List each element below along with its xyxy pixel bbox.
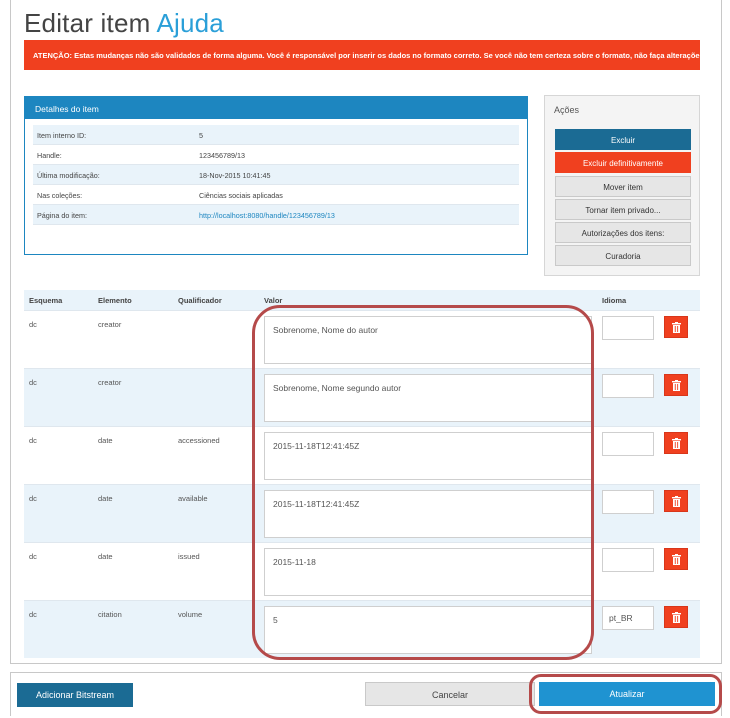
header-element: Elemento: [98, 296, 132, 305]
cell-schema: dc: [29, 494, 37, 503]
trash-icon: [672, 322, 681, 333]
cell-schema: dc: [29, 320, 37, 329]
actions-title: Ações: [554, 105, 580, 115]
cell-qualifier: volume: [178, 610, 203, 619]
value-textarea[interactable]: Sobrenome, Nome segundo autor: [264, 374, 592, 422]
detail-row: Nas coleções: Ciências sociais aplicadas: [33, 185, 519, 205]
value-textarea[interactable]: Sobrenome, Nome do autor: [264, 316, 592, 364]
language-input[interactable]: pt_BR: [602, 606, 654, 630]
cell-qualifier: available: [178, 494, 208, 503]
cell-qualifier: accessioned: [178, 436, 220, 445]
table-row: dc creator Sobrenome, Nome do autor: [24, 310, 700, 368]
make-private-button[interactable]: Tornar item privado...: [555, 199, 691, 220]
item-authorizations-button[interactable]: Autorizações dos itens:: [555, 222, 691, 243]
remove-button[interactable]: [664, 432, 688, 454]
remove-button[interactable]: [664, 374, 688, 396]
trash-icon: [672, 380, 681, 391]
detail-label: Nas coleções:: [37, 191, 83, 200]
remove-button[interactable]: [664, 606, 688, 628]
cell-element: creator: [98, 320, 122, 329]
detail-value: Ciências sociais aplicadas: [199, 191, 283, 200]
language-input[interactable]: [602, 374, 654, 398]
detail-label: Item interno ID:: [37, 131, 87, 140]
page-title: Editar item Ajuda: [24, 8, 224, 39]
header-qualifier: Qualificador: [178, 296, 222, 305]
header-schema: Esquema: [29, 296, 63, 305]
detail-row: Página do item: http://localhost:8080/han…: [33, 205, 519, 225]
detail-value: 18-Nov-2015 10:41:45: [199, 171, 271, 180]
move-item-button[interactable]: Mover item: [555, 176, 691, 197]
remove-button[interactable]: [664, 548, 688, 570]
detail-label: Última modificação:: [37, 171, 100, 180]
trash-icon: [672, 438, 681, 449]
table-row: dc creator Sobrenome, Nome segundo autor: [24, 368, 700, 426]
detail-row: Handle: 123456789/13: [33, 145, 519, 165]
detail-row: Última modificação: 18-Nov-2015 10:41:45: [33, 165, 519, 185]
item-details-panel: Detalhes do item Item interno ID: 5 Handl…: [24, 96, 528, 255]
value-textarea[interactable]: 2015-11-18T12:41:45Z: [264, 490, 592, 538]
language-input[interactable]: [602, 548, 654, 572]
language-input[interactable]: [602, 316, 654, 340]
item-details-header: Detalhes do item: [25, 97, 527, 119]
cell-element: date: [98, 436, 113, 445]
table-row: dc date available 2015-11-18T12:41:45Z: [24, 484, 700, 542]
item-page-link[interactable]: http://localhost:8080/handle/123456789/1…: [199, 211, 335, 220]
metadata-header-row: Esquema Elemento Qualificador Valor Idio…: [24, 290, 700, 310]
table-row: dc date issued 2015-11-18: [24, 542, 700, 600]
table-row: dc date accessioned 2015-11-18T12:41:45Z: [24, 426, 700, 484]
value-textarea[interactable]: 2015-11-18T12:41:45Z: [264, 432, 592, 480]
delete-button[interactable]: Excluir: [555, 129, 691, 150]
detail-value: 5: [199, 131, 203, 140]
language-input[interactable]: [602, 432, 654, 456]
value-textarea[interactable]: 2015-11-18: [264, 548, 592, 596]
value-textarea[interactable]: 5: [264, 606, 592, 654]
cancel-button[interactable]: Cancelar: [365, 682, 535, 706]
header-value: Valor: [264, 296, 283, 305]
curate-button[interactable]: Curadoria: [555, 245, 691, 266]
trash-icon: [672, 612, 681, 623]
cell-schema: dc: [29, 610, 37, 619]
table-row: dc citation volume 5 pt_BR: [24, 600, 700, 658]
language-input[interactable]: [602, 490, 654, 514]
expunge-button[interactable]: Excluir definitivamente: [555, 152, 691, 173]
cell-schema: dc: [29, 378, 37, 387]
detail-label: Handle:: [37, 151, 62, 160]
cell-element: date: [98, 552, 113, 561]
cell-qualifier: issued: [178, 552, 200, 561]
header-language: Idioma: [602, 296, 627, 305]
metadata-table: Esquema Elemento Qualificador Valor Idio…: [24, 290, 700, 658]
title-accent: Ajuda: [156, 8, 224, 38]
cell-element: citation: [98, 610, 122, 619]
detail-label: Página do item:: [37, 211, 87, 220]
trash-icon: [672, 496, 681, 507]
cell-element: creator: [98, 378, 122, 387]
title-prefix: Editar item: [24, 8, 151, 38]
remove-button[interactable]: [664, 490, 688, 512]
detail-row: Item interno ID: 5: [33, 125, 519, 145]
update-button[interactable]: Atualizar: [539, 682, 715, 706]
cell-schema: dc: [29, 552, 37, 561]
add-bitstream-button[interactable]: Adicionar Bitstream: [17, 683, 133, 707]
form-footer: Adicionar Bitstream Cancelar Atualizar: [10, 672, 722, 716]
remove-button[interactable]: [664, 316, 688, 338]
warning-banner: ATENÇÃO: Estas mudanças não são validado…: [24, 40, 700, 70]
item-details-table: Item interno ID: 5 Handle: 123456789/13 Úl…: [33, 125, 519, 225]
actions-panel: Ações Excluir Excluir definitivamente Mo…: [544, 95, 700, 276]
detail-value: 123456789/13: [199, 151, 245, 160]
trash-icon: [672, 554, 681, 565]
cell-element: date: [98, 494, 113, 503]
cell-schema: dc: [29, 436, 37, 445]
